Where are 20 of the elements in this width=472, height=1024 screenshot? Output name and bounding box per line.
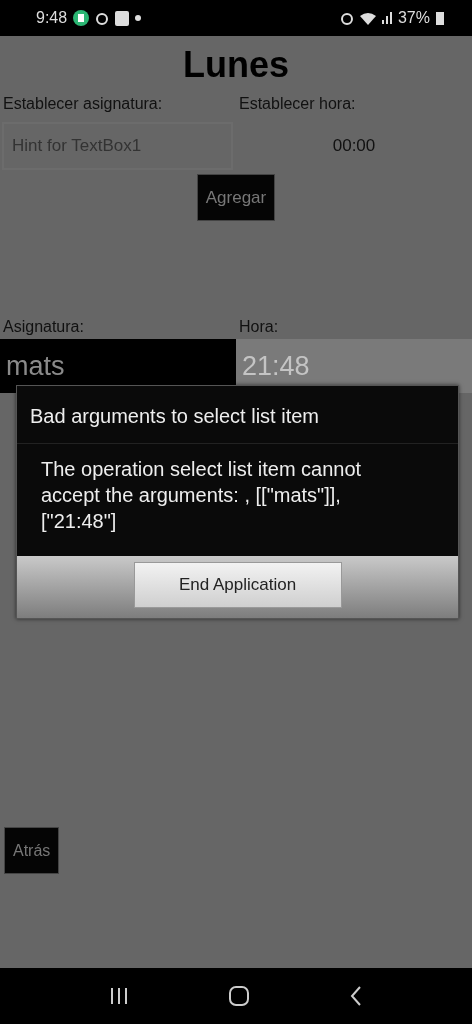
field-label: Establecer hora: (238, 94, 356, 114)
notification-dot-icon (135, 15, 142, 21)
wifi-icon (359, 11, 376, 25)
end-application-button[interactable]: End Application (133, 562, 342, 608)
clock-time: 9:48 (36, 9, 68, 27)
column-header: Asignatura: (2, 317, 84, 337)
field-label: Establecer asignatura: (2, 94, 163, 114)
time-picker[interactable]: 00:00 (332, 136, 376, 156)
battery-percent: 37% (397, 9, 430, 27)
app-icon (73, 10, 90, 26)
back-icon[interactable] (349, 986, 362, 1006)
dialog-message: The operation select list item cannot accept the arguments: , [["mats"]], ["21:48"] (40, 457, 363, 534)
home-icon[interactable] (229, 986, 249, 1006)
dialog-title: Bad arguments to select list item (17, 386, 458, 444)
screen-title: Lunes (183, 44, 289, 86)
add-button[interactable]: Agregar (196, 174, 276, 221)
column-header: Hora: (238, 317, 279, 337)
back-button[interactable]: Atrás (4, 827, 60, 874)
signal-icon (381, 12, 392, 24)
recent-apps-icon[interactable] (110, 987, 129, 1005)
